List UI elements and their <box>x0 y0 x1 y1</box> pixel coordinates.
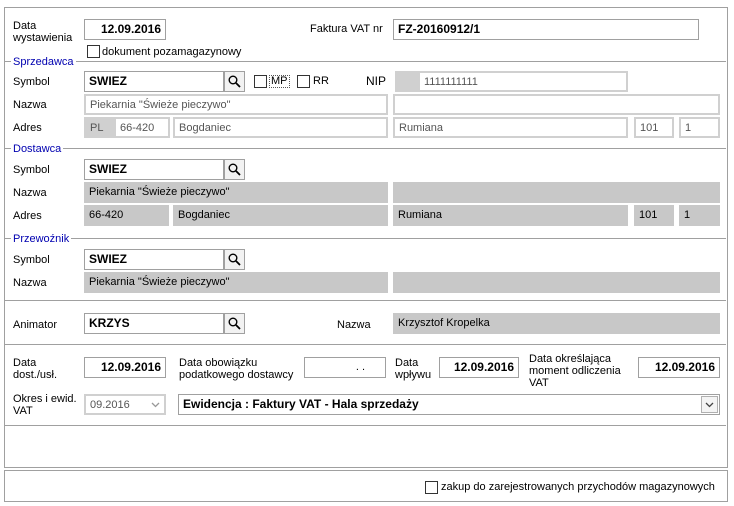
dostawca-symbol-label: Symbol <box>13 164 50 176</box>
data-odliczenia-field[interactable]: 12.09.2016 <box>638 357 720 378</box>
sprzedawca-section-title: Sprzedawca <box>11 56 76 68</box>
data-wplywu-field[interactable]: 12.09.2016 <box>439 357 519 378</box>
sprzedawca-nazwa-label: Nazwa <box>13 99 47 111</box>
sprzedawca-miasto-field: Bogdaniec <box>173 117 388 138</box>
pozamagazynowy-label: dokument pozamagazynowy <box>102 46 242 58</box>
chevron-down-icon <box>705 402 714 407</box>
ewidencja-select[interactable]: Ewidencja : Faktury VAT - Hala sprzedaży <box>178 394 720 415</box>
search-icon <box>228 75 241 88</box>
separator <box>5 148 726 149</box>
dostawca-kod-field: 66-420 <box>84 205 169 226</box>
search-icon <box>228 163 241 176</box>
sprzedawca-symbol-field[interactable]: SWIEZ <box>84 71 224 92</box>
separator <box>5 344 726 345</box>
search-icon <box>228 317 241 330</box>
data-dost-label: Data dost./usł. <box>13 357 58 381</box>
dostawca-nazwa-label: Nazwa <box>13 187 47 199</box>
faktura-nr-label: Faktura VAT nr <box>310 23 383 35</box>
rr-label: RR <box>313 75 329 87</box>
sprzedawca-adres-label: Adres <box>13 122 42 134</box>
sprzedawca-kraj-field: PL <box>84 117 114 138</box>
data-wystawienia-label: Data wystawienia <box>13 20 73 44</box>
separator <box>5 425 726 426</box>
dostawca-symbol-field[interactable]: SWIEZ <box>84 159 224 180</box>
przewoznik-nazwa2-field <box>393 272 720 293</box>
chevron-down-icon <box>151 402 160 407</box>
przewoznik-search-button[interactable] <box>224 249 245 270</box>
zakup-checkbox[interactable] <box>425 481 438 494</box>
animator-search-button[interactable] <box>224 313 245 334</box>
dostawca-nazwa-field: Piekarnia "Świeże pieczywo" <box>84 182 388 203</box>
data-obowiazku-field[interactable]: . . <box>304 357 386 378</box>
przewoznik-section-title: Przewoźnik <box>11 233 72 245</box>
sprzedawca-nr-lokalu-field: 1 <box>679 117 720 138</box>
przewoznik-nazwa-field: Piekarnia "Świeże pieczywo" <box>84 272 388 293</box>
faktura-nr-field[interactable]: FZ-20160912/1 <box>393 19 699 40</box>
mp-label: MP <box>269 75 290 88</box>
data-odliczenia-label: Data określająca moment odliczenia VAT <box>529 353 621 389</box>
data-obowiazku-label: Data obowiązku podatkowego dostawcy <box>179 357 294 381</box>
dostawca-miasto-field: Bogdaniec <box>173 205 388 226</box>
search-icon <box>228 253 241 266</box>
data-wplywu-label: Data wpływu <box>395 357 432 381</box>
dostawca-adres-label: Adres <box>13 210 42 222</box>
dostawca-nr-lokalu-field: 1 <box>679 205 720 226</box>
nip-label: NIP <box>366 74 387 88</box>
sprzedawca-symbol-label: Symbol <box>13 76 50 88</box>
dostawca-search-button[interactable] <box>224 159 245 180</box>
sprzedawca-search-button[interactable] <box>224 71 245 92</box>
przewoznik-symbol-field[interactable]: SWIEZ <box>84 249 224 270</box>
dostawca-ulica-field: Rumiana <box>393 205 628 226</box>
dostawca-nazwa2-field <box>393 182 720 203</box>
animator-symbol-field[interactable]: KRZYS <box>84 313 224 334</box>
separator <box>5 61 726 62</box>
data-dost-field[interactable]: 12.09.2016 <box>84 357 166 378</box>
separator <box>5 238 726 239</box>
okres-label: Okres i ewid. VAT <box>13 393 77 417</box>
pozamagazynowy-checkbox[interactable] <box>87 45 100 58</box>
przewoznik-nazwa-label: Nazwa <box>13 277 47 289</box>
animator-nazwa-label: Nazwa <box>337 319 371 331</box>
przewoznik-symbol-label: Symbol <box>13 254 50 266</box>
dostawca-nr-domu-field: 101 <box>634 205 674 226</box>
nip-prefix-field <box>395 71 419 92</box>
data-wystawienia-field[interactable]: 12.09.2016 <box>84 19 166 40</box>
sprzedawca-ulica-field: Rumiana <box>393 117 628 138</box>
animator-nazwa-field: Krzysztof Kropelka <box>393 313 720 334</box>
dostawca-section-title: Dostawca <box>11 143 64 155</box>
okres-dropdown-button <box>147 396 164 413</box>
nip-field: 1111111111 <box>418 71 628 92</box>
sprzedawca-nazwa-field: Piekarnia "Świeże pieczywo" <box>84 94 388 115</box>
rr-checkbox[interactable] <box>297 75 310 88</box>
zakup-label: zakup do zarejestrowanych przychodów mag… <box>441 481 715 493</box>
sprzedawca-nazwa2-field <box>393 94 720 115</box>
animator-label: Animator <box>13 319 58 331</box>
mp-checkbox[interactable] <box>254 75 267 88</box>
ewidencja-dropdown-button[interactable] <box>701 396 718 413</box>
sprzedawca-nr-domu-field: 101 <box>634 117 674 138</box>
separator <box>5 300 726 301</box>
sprzedawca-kod-field: 66-420 <box>114 117 170 138</box>
